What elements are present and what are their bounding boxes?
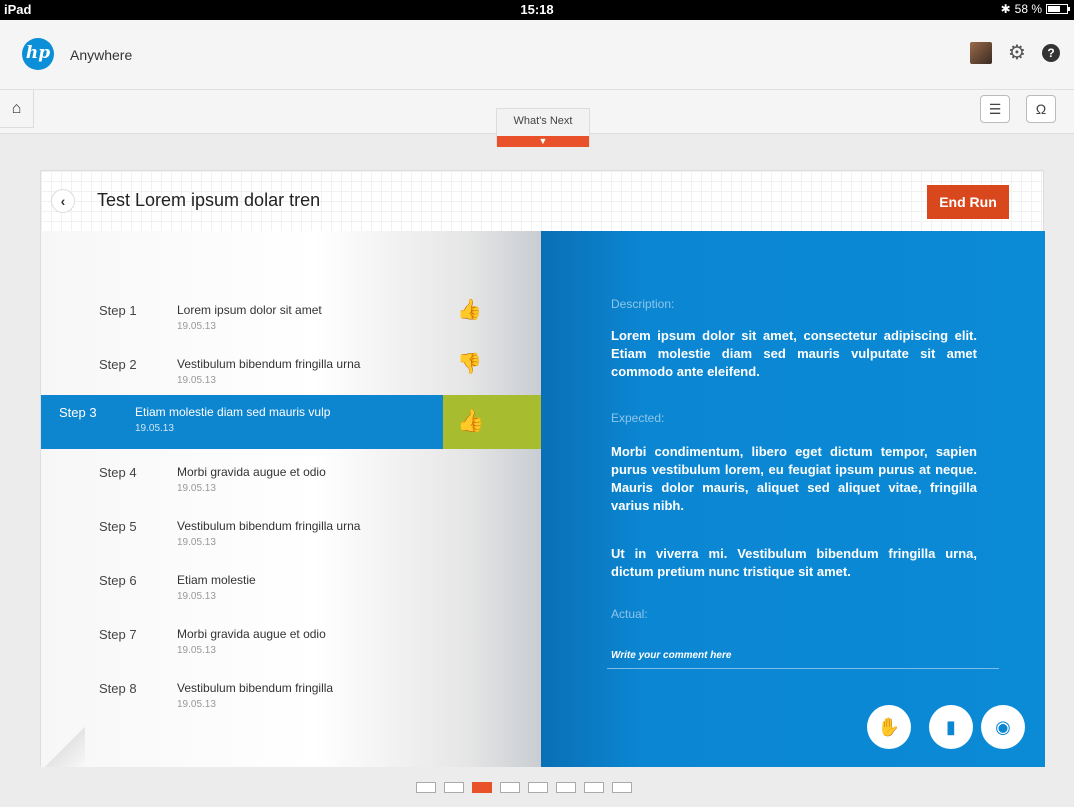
comment-input[interactable]: Write your comment here bbox=[607, 643, 999, 669]
thumbs-down-icon[interactable]: 👎 bbox=[457, 353, 482, 375]
app-header: hp Anywhere ⚙ ? bbox=[0, 20, 1074, 90]
page-indicator-8[interactable] bbox=[612, 782, 632, 793]
camera-icon[interactable]: ◉ bbox=[981, 705, 1025, 749]
page-curl[interactable] bbox=[45, 727, 85, 767]
step-date: 19.05.13 bbox=[177, 537, 216, 548]
step-number: Step 8 bbox=[99, 681, 137, 696]
step-row-3[interactable]: Step 3 Etiam molestie diam sed mauris vu… bbox=[41, 395, 541, 449]
end-run-button[interactable]: End Run bbox=[927, 185, 1009, 219]
pagination bbox=[416, 782, 632, 793]
step-title: Morbi gravida augue et odio bbox=[177, 627, 326, 641]
page-indicator-1[interactable] bbox=[416, 782, 436, 793]
description-text: Lorem ipsum dolor sit amet, consectetur … bbox=[611, 328, 977, 379]
page-indicator-2[interactable] bbox=[444, 782, 464, 793]
step-date: 19.05.13 bbox=[135, 423, 174, 434]
actual-label: Actual: bbox=[611, 607, 648, 621]
app-name: Anywhere bbox=[70, 47, 133, 63]
step-title: Vestibulum bibendum fringilla urna bbox=[177, 357, 361, 371]
back-button[interactable]: ‹ bbox=[51, 189, 75, 213]
step-date: 19.05.13 bbox=[177, 699, 216, 710]
step-result-box[interactable]: 👍 bbox=[443, 395, 541, 449]
hp-logo[interactable]: hp bbox=[22, 38, 54, 70]
page-indicator-4[interactable] bbox=[500, 782, 520, 793]
user-icon[interactable]: Ω bbox=[1026, 95, 1056, 123]
status-bar: iPad 15:18 ✱ 58 % bbox=[0, 0, 1074, 20]
step-number: Step 2 bbox=[99, 357, 137, 372]
chevron-down-icon: ▼ bbox=[497, 136, 589, 147]
page-indicator-6[interactable] bbox=[556, 782, 576, 793]
test-run-card: ‹ Test Lorem ipsum dolar tren End Run St… bbox=[40, 170, 1045, 767]
step-row-5[interactable]: Step 5 Vestibulum bibendum fringilla urn… bbox=[41, 509, 541, 563]
clock: 15:18 bbox=[520, 2, 554, 17]
whats-next-label: What's Next bbox=[513, 115, 573, 127]
help-icon[interactable]: ? bbox=[1042, 44, 1060, 62]
step-date: 19.05.13 bbox=[177, 645, 216, 656]
step-row-6[interactable]: Step 6 Etiam molestie 19.05.13 bbox=[41, 563, 541, 617]
step-row-2[interactable]: Step 2 Vestibulum bibendum fringilla urn… bbox=[41, 347, 541, 401]
page-indicator-7[interactable] bbox=[584, 782, 604, 793]
step-number: Step 4 bbox=[99, 465, 137, 480]
thumbs-up-icon[interactable]: 👍 bbox=[457, 299, 482, 321]
step-title: Morbi gravida augue et odio bbox=[177, 465, 326, 479]
step-number: Step 1 bbox=[99, 303, 137, 318]
battery-icon bbox=[1046, 4, 1070, 14]
step-detail-panel: Description: Lorem ipsum dolor sit amet,… bbox=[541, 231, 1045, 767]
expected-text-2: Ut in viverra mi. Vestibulum bibendum fr… bbox=[611, 546, 977, 579]
battery-percent: 58 % bbox=[1014, 2, 1042, 16]
step-row-4[interactable]: Step 4 Morbi gravida augue et odio 19.05… bbox=[41, 455, 541, 509]
gear-icon[interactable]: ⚙ bbox=[1006, 42, 1028, 64]
thumbs-up-icon: 👍 bbox=[457, 408, 485, 433]
step-title: Etiam molestie bbox=[177, 573, 256, 587]
step-number: Step 6 bbox=[99, 573, 137, 588]
bluetooth-icon: ✱ bbox=[1000, 2, 1011, 16]
step-number: Step 5 bbox=[99, 519, 137, 534]
step-date: 19.05.13 bbox=[177, 591, 216, 602]
step-row-7[interactable]: Step 7 Morbi gravida augue et odio 19.05… bbox=[41, 617, 541, 671]
thumbs-up-down-icon[interactable]: ✋ bbox=[867, 705, 911, 749]
expected-text: Morbi condimentum, libero eget dictum te… bbox=[611, 444, 977, 513]
expected-label: Expected: bbox=[611, 411, 665, 425]
avatar[interactable] bbox=[970, 42, 992, 64]
header-actions: ⚙ ? bbox=[970, 42, 1060, 64]
step-number: Step 3 bbox=[59, 405, 97, 420]
page-indicator-3[interactable] bbox=[472, 782, 492, 793]
step-date: 19.05.13 bbox=[177, 321, 216, 332]
step-number: Step 7 bbox=[99, 627, 137, 642]
step-date: 19.05.13 bbox=[177, 483, 216, 494]
step-row-1[interactable]: Step 1 Lorem ipsum dolor sit amet 19.05.… bbox=[41, 293, 541, 347]
step-row-8[interactable]: Step 8 Vestibulum bibendum fringilla 19.… bbox=[41, 671, 541, 725]
step-title: Etiam molestie diam sed mauris vulp bbox=[135, 405, 331, 419]
document-icon[interactable]: ▮ bbox=[929, 705, 973, 749]
step-title: Vestibulum bibendum fringilla bbox=[177, 681, 334, 695]
description-label: Description: bbox=[611, 297, 675, 311]
page-title: Test Lorem ipsum dolar tren bbox=[97, 190, 321, 210]
page-indicator-5[interactable] bbox=[528, 782, 548, 793]
step-title: Lorem ipsum dolor sit amet bbox=[177, 303, 322, 317]
step-date: 19.05.13 bbox=[177, 375, 216, 386]
steps-list: Step 1 Lorem ipsum dolor sit amet 19.05.… bbox=[41, 231, 541, 767]
status-right: ✱ 58 % bbox=[1000, 2, 1070, 16]
comment-icon[interactable]: ☰ bbox=[980, 95, 1010, 123]
step-title: Vestibulum bibendum fringilla urna bbox=[177, 519, 361, 533]
whats-next-tab[interactable]: What's Next ▼ bbox=[496, 108, 590, 147]
home-icon[interactable]: ⌂ bbox=[0, 90, 34, 128]
